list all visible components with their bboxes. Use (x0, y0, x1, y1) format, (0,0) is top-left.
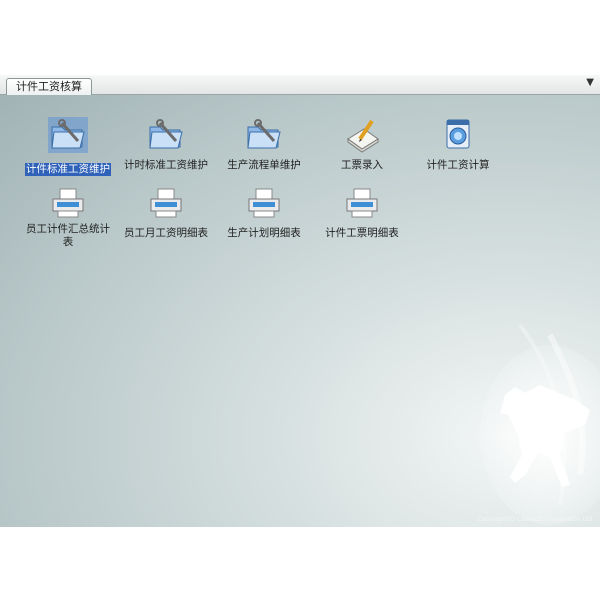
printer-icon (150, 188, 182, 218)
item-piece-ticket-report[interactable]: 计件工票明细表 (314, 185, 410, 240)
item-employee-monthly-wage[interactable]: 员工月工资明细表 (118, 185, 214, 240)
item-label: 员工月工资明细表 (124, 227, 208, 239)
item-label: 计件标准工资维护 (25, 163, 111, 176)
item-label: 计时标准工资维护 (124, 159, 208, 171)
notepad-pencil-icon (347, 119, 379, 153)
item-employee-summary-report[interactable]: 员工计件汇总统计表 (20, 185, 116, 249)
folder-wrench-icon (51, 119, 85, 149)
item-piece-wage-calc[interactable]: 计件工资计算 (410, 117, 506, 172)
workspace-panel: 计件工资核算 ▼ 计件标准工资维护 计时标准工资维护 生产流程单维护 工票录入 … (0, 75, 600, 527)
printer-icon (346, 188, 378, 218)
item-label: 员工计件汇总统计表 (26, 223, 110, 248)
item-time-standard-wage[interactable]: 计时标准工资维护 (118, 117, 214, 172)
copyright-text: Copyright(C) Lanosoft Corporation Ltd. (477, 516, 594, 523)
folder-wrench-icon (247, 119, 281, 149)
item-label: 生产计划明细表 (227, 227, 301, 239)
item-label: 生产流程单维护 (227, 159, 301, 171)
item-piece-standard-wage[interactable]: 计件标准工资维护 (20, 117, 116, 176)
calculator-window-icon (446, 119, 470, 149)
icon-highlight (48, 117, 88, 153)
dropdown-arrow-icon[interactable]: ▼ (586, 77, 594, 88)
folder-wrench-icon (149, 119, 183, 149)
tab-piecework-payroll[interactable]: 计件工资核算 (6, 78, 92, 95)
item-ticket-entry[interactable]: 工票录入 (314, 117, 410, 172)
item-production-flow[interactable]: 生产流程单维护 (216, 117, 312, 172)
item-label: 计件工资计算 (426, 159, 490, 171)
item-label: 工票录入 (341, 159, 383, 171)
printer-icon (248, 188, 280, 218)
printer-icon (52, 188, 84, 218)
item-production-plan-report[interactable]: 生产计划明细表 (216, 185, 312, 240)
item-label: 计件工票明细表 (325, 227, 399, 239)
horse-watermark-icon (480, 323, 600, 525)
tab-bar: 计件工资核算 ▼ (0, 75, 600, 95)
